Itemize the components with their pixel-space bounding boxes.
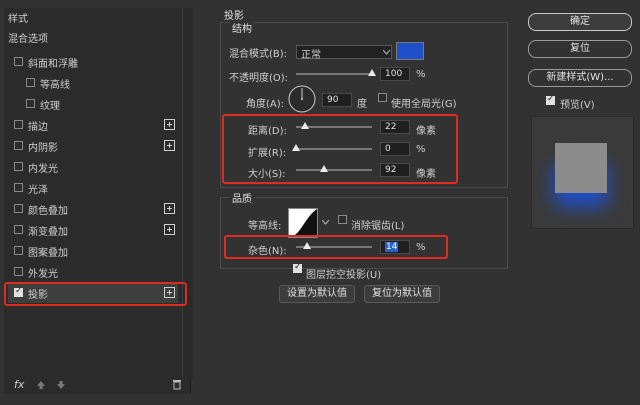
style-item-label: 斜面和浮雕 bbox=[28, 59, 78, 70]
blend-options-header[interactable]: 混合选项 bbox=[8, 30, 48, 50]
move-down-icon[interactable] bbox=[56, 380, 66, 390]
add-effect-plus-icon[interactable] bbox=[164, 140, 175, 151]
distance-slider-thumb[interactable] bbox=[301, 122, 310, 129]
style-item-checkbox[interactable] bbox=[14, 141, 23, 150]
move-up-icon[interactable] bbox=[36, 380, 46, 390]
angle-unit: 度 bbox=[357, 99, 367, 110]
style-item-label: 描边 bbox=[28, 122, 48, 133]
style-item-row[interactable]: 斜面和浮雕 bbox=[8, 52, 178, 72]
style-item-row[interactable]: 内阴影 bbox=[8, 136, 178, 156]
style-item-row[interactable]: 纹理 bbox=[8, 94, 178, 114]
style-item-row[interactable]: 内发光 bbox=[8, 157, 178, 177]
preview-label: 预览(V) bbox=[560, 100, 595, 111]
style-item-checkbox[interactable] bbox=[14, 57, 23, 66]
noise-slider-thumb[interactable] bbox=[302, 242, 311, 249]
style-item-label: 图案叠加 bbox=[28, 248, 68, 259]
style-item-checkbox[interactable] bbox=[14, 120, 23, 129]
opacity-input[interactable]: 100 bbox=[380, 67, 410, 81]
preview-area bbox=[531, 116, 634, 229]
spread-slider-thumb[interactable] bbox=[292, 144, 300, 151]
preview-swatch bbox=[555, 143, 607, 193]
style-item-row[interactable]: 图案叠加 bbox=[8, 241, 178, 261]
style-item-label: 内发光 bbox=[28, 164, 58, 175]
knockout-checkbox[interactable] bbox=[293, 262, 302, 273]
styles-bottom-toolbar: fx bbox=[8, 376, 184, 394]
size-unit: 像素 bbox=[416, 169, 436, 180]
style-item-row[interactable]: 外发光 bbox=[8, 262, 178, 282]
distance-unit: 像素 bbox=[416, 126, 436, 137]
style-item-checkbox[interactable] bbox=[14, 162, 23, 171]
global-light-label: 使用全局光(G) bbox=[391, 99, 457, 110]
style-item-label: 外发光 bbox=[28, 269, 58, 280]
spread-label: 扩展(R): bbox=[248, 148, 287, 159]
spread-slider-track[interactable] bbox=[296, 148, 372, 150]
highlight-drop-shadow-item bbox=[4, 282, 187, 306]
style-item-label: 内阴影 bbox=[28, 143, 58, 154]
style-item-label: 纹理 bbox=[40, 101, 60, 112]
new-style-button[interactable]: 新建样式(W)... bbox=[528, 69, 632, 87]
size-label: 大小(S): bbox=[248, 169, 286, 180]
opacity-slider-thumb[interactable] bbox=[368, 69, 376, 76]
style-item-label: 光泽 bbox=[28, 185, 48, 196]
angle-label: 角度(A): bbox=[246, 99, 285, 110]
knockout-label: 图层挖空投影(U) bbox=[306, 270, 382, 281]
spread-unit: % bbox=[416, 144, 426, 155]
structure-title: 结构 bbox=[230, 20, 254, 35]
blend-mode-value: 正常 bbox=[301, 50, 321, 61]
style-item-checkbox[interactable] bbox=[14, 246, 23, 255]
distance-input[interactable]: 22 bbox=[380, 120, 410, 134]
style-item-checkbox[interactable] bbox=[26, 78, 35, 87]
reset-button[interactable]: 复位 bbox=[528, 40, 632, 58]
opacity-label: 不透明度(O): bbox=[229, 73, 289, 84]
set-default-button[interactable]: 设置为默认值 bbox=[279, 285, 355, 303]
style-item-checkbox[interactable] bbox=[14, 183, 23, 192]
add-effect-plus-icon[interactable] bbox=[164, 119, 175, 130]
add-effect-plus-icon[interactable] bbox=[164, 224, 175, 235]
style-item-label: 等高线 bbox=[40, 80, 70, 91]
style-item-row[interactable]: 渐变叠加 bbox=[8, 220, 178, 240]
styles-header[interactable]: 样式 bbox=[8, 10, 28, 30]
style-item-row[interactable]: 光泽 bbox=[8, 178, 178, 198]
noise-input-selection: 14 bbox=[385, 242, 399, 252]
style-item-label: 渐变叠加 bbox=[28, 227, 68, 238]
blend-mode-dropdown[interactable]: 正常 bbox=[296, 45, 392, 61]
distance-label: 距离(D): bbox=[248, 126, 287, 137]
noise-input[interactable]: 14 bbox=[380, 240, 410, 254]
style-item-row[interactable]: 等高线 bbox=[8, 73, 178, 93]
contour-dropdown-chevron-icon[interactable] bbox=[322, 220, 329, 225]
fx-icon[interactable]: fx bbox=[14, 378, 24, 391]
style-item-label: 颜色叠加 bbox=[28, 206, 68, 217]
preview-checkbox[interactable] bbox=[546, 94, 555, 105]
spread-input[interactable]: 0 bbox=[380, 142, 410, 156]
shadow-color-swatch[interactable] bbox=[396, 42, 424, 60]
opacity-unit: % bbox=[416, 69, 426, 80]
anti-alias-checkbox[interactable] bbox=[338, 215, 347, 224]
style-item-checkbox[interactable] bbox=[26, 99, 35, 108]
angle-input[interactable]: 90 bbox=[322, 93, 352, 107]
size-input[interactable]: 92 bbox=[380, 163, 410, 177]
ok-button[interactable]: 确定 bbox=[528, 13, 632, 31]
quality-title: 品质 bbox=[230, 190, 254, 205]
anti-alias-label: 消除锯齿(L) bbox=[351, 221, 405, 232]
contour-label: 等高线: bbox=[248, 221, 282, 232]
noise-unit: % bbox=[416, 242, 426, 253]
style-item-checkbox[interactable] bbox=[14, 267, 23, 276]
size-slider-track[interactable] bbox=[296, 169, 372, 171]
styles-list-scrollbar[interactable] bbox=[182, 8, 193, 378]
noise-label: 杂色(N): bbox=[248, 246, 287, 257]
trash-icon[interactable] bbox=[172, 379, 182, 390]
angle-dial-icon[interactable] bbox=[288, 85, 316, 113]
style-item-checkbox[interactable] bbox=[14, 204, 23, 213]
size-slider-thumb[interactable] bbox=[320, 165, 329, 172]
contour-curve-icon[interactable] bbox=[288, 208, 318, 238]
chevron-down-icon bbox=[383, 50, 390, 55]
global-light-checkbox[interactable] bbox=[378, 93, 387, 102]
add-effect-plus-icon[interactable] bbox=[164, 203, 175, 214]
blend-mode-label: 混合模式(B): bbox=[229, 49, 288, 60]
style-item-row[interactable]: 颜色叠加 bbox=[8, 199, 178, 219]
style-item-checkbox[interactable] bbox=[14, 225, 23, 234]
style-item-row[interactable]: 描边 bbox=[8, 115, 178, 135]
reset-default-button[interactable]: 复位为默认值 bbox=[364, 285, 440, 303]
opacity-slider-track[interactable] bbox=[296, 73, 372, 75]
